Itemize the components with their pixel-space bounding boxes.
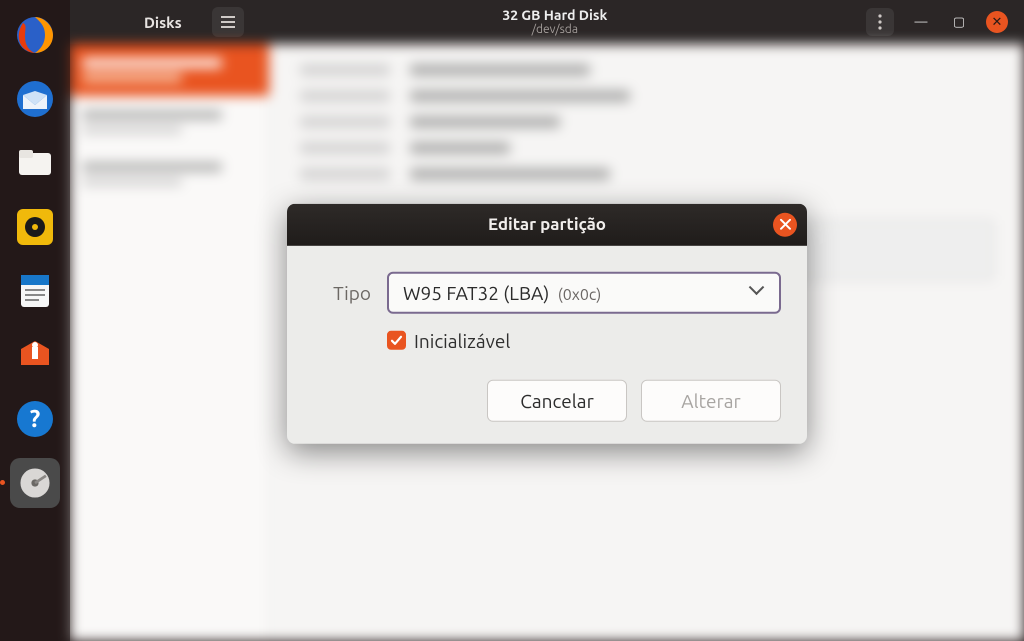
maximize-button[interactable]: ▢ xyxy=(948,11,970,33)
type-select[interactable]: W95 FAT32 (LBA) (0x0c) xyxy=(387,271,781,313)
dock-writer[interactable] xyxy=(10,266,60,316)
cancel-button[interactable]: Cancelar xyxy=(487,379,627,421)
dialog-title: Editar partição xyxy=(488,215,606,234)
dock-rhythmbox[interactable] xyxy=(10,202,60,252)
title-main: 32 GB Hard Disk xyxy=(502,7,607,23)
type-label: Tipo xyxy=(313,281,371,303)
minimize-button[interactable]: — xyxy=(910,11,932,33)
chevron-down-icon xyxy=(751,285,765,299)
type-code: (0x0c) xyxy=(558,285,602,303)
bootable-checkbox[interactable] xyxy=(387,331,406,350)
app-name: Disks xyxy=(144,14,182,31)
dock-thunderbird[interactable] xyxy=(10,74,60,124)
svg-text:?: ? xyxy=(30,405,41,432)
modal-overlay: Editar partição Tipo W95 FAT32 (LBA) (0x… xyxy=(70,44,1024,641)
titlebar: Disks 32 GB Hard Disk /dev/sda — ▢ ✕ xyxy=(70,0,1024,44)
dock-disks[interactable] xyxy=(10,458,60,508)
edit-partition-dialog: Editar partição Tipo W95 FAT32 (LBA) (0x… xyxy=(287,203,807,443)
dock-software[interactable] xyxy=(10,330,60,380)
apply-button[interactable]: Alterar xyxy=(641,379,781,421)
type-value: W95 FAT32 (LBA) xyxy=(403,281,549,303)
dock-files[interactable] xyxy=(10,138,60,188)
dialog-close-button[interactable] xyxy=(773,212,797,236)
title-sub: /dev/sda xyxy=(532,23,578,37)
dock-firefox[interactable] xyxy=(10,10,60,60)
window-title: 32 GB Hard Disk /dev/sda xyxy=(254,7,856,37)
ubuntu-dock: ? xyxy=(0,0,70,641)
dock-help[interactable]: ? xyxy=(10,394,60,444)
bootable-label: Inicializável xyxy=(414,329,510,351)
dialog-titlebar: Editar partição xyxy=(287,203,807,245)
kebab-button[interactable] xyxy=(866,8,894,36)
hamburger-button[interactable] xyxy=(212,7,244,37)
window-close-button[interactable]: ✕ xyxy=(986,11,1008,33)
